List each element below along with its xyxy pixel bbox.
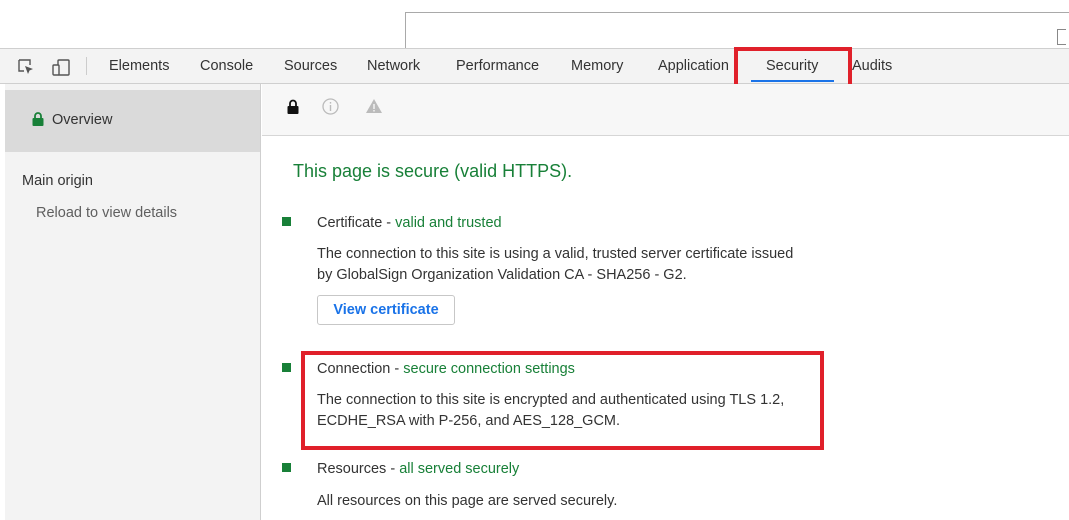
lock-icon xyxy=(32,112,44,131)
connection-status: secure connection settings xyxy=(403,361,575,377)
inspected-page-frame xyxy=(405,12,1069,49)
sidebar-item-label: Overview xyxy=(52,112,113,128)
tab-elements[interactable]: Elements xyxy=(109,49,169,83)
tab-security[interactable]: Security xyxy=(766,49,818,83)
certificate-status: valid and trusted xyxy=(395,215,502,231)
device-toggle-icon[interactable] xyxy=(51,59,71,81)
toolbar-separator xyxy=(86,57,87,75)
resources-description: All resources on this page are served se… xyxy=(317,493,618,509)
resources-title: Resources - all served securely xyxy=(317,461,520,477)
tab-performance[interactable]: Performance xyxy=(456,49,539,83)
sidebar-item-overview[interactable]: Overview xyxy=(5,90,260,152)
tab-console[interactable]: Console xyxy=(200,49,253,83)
tab-application[interactable]: Application xyxy=(658,49,729,83)
frame-edge-mark xyxy=(1057,29,1066,45)
security-main-panel: This page is secure (valid HTTPS). Certi… xyxy=(262,84,1069,520)
status-bullet xyxy=(282,363,291,372)
tab-network[interactable]: Network xyxy=(367,49,420,83)
connection-title: Connection - secure connection settings xyxy=(317,361,575,377)
tab-memory[interactable]: Memory xyxy=(571,49,623,83)
inspect-element-icon[interactable] xyxy=(18,59,34,80)
status-bullet xyxy=(282,463,291,472)
tab-sources[interactable]: Sources xyxy=(284,49,337,83)
lock-icon xyxy=(287,99,299,119)
info-icon xyxy=(322,98,339,120)
connection-description: The connection to this site is encrypted… xyxy=(317,392,785,429)
resources-status: all served securely xyxy=(399,461,520,477)
security-status-icons xyxy=(262,84,1069,136)
devtools-toolbar: Elements Console Sources Network Perform… xyxy=(0,48,1069,84)
view-certificate-button[interactable]: View certificate xyxy=(317,295,455,325)
status-bullet xyxy=(282,217,291,226)
reload-hint: Reload to view details xyxy=(36,205,178,221)
certificate-title: Certificate - valid and trusted xyxy=(317,215,502,231)
security-sidebar: Overview Main origin Reload to view deta… xyxy=(5,84,261,520)
warning-icon xyxy=(365,98,383,119)
tab-audits[interactable]: Audits xyxy=(852,49,892,83)
main-origin-heading: Main origin xyxy=(22,173,93,189)
certificate-description: The connection to this site is using a v… xyxy=(317,246,794,283)
security-summary: This page is secure (valid HTTPS). xyxy=(293,161,573,181)
active-tab-indicator xyxy=(751,80,834,82)
browser-top-area xyxy=(0,0,1069,49)
